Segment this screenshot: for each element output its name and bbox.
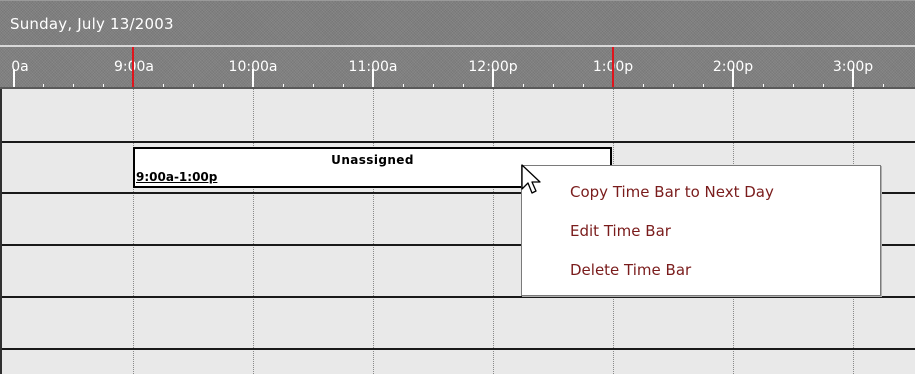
hour-tick [372,69,374,87]
row-divider [0,141,915,143]
selection-end-marker [612,47,614,87]
time-ruler: 0a 9:00a 10:00a 11:00a 12:00p 1:00p 2:00… [0,47,915,87]
selection-start-marker [132,47,134,87]
hour-tick [852,69,854,87]
row-divider [0,296,915,298]
context-menu: Copy Time Bar to Next Day Edit Time Bar … [521,165,881,296]
date-label: Sunday, July 13/2003 [10,15,174,33]
menu-item-edit-time-bar[interactable]: Edit Time Bar [570,222,671,240]
hour-gridline [493,89,494,374]
date-header: Sunday, July 13/2003 [0,0,915,45]
time-label-9am: 9:00a [113,59,155,75]
hour-tick [13,69,15,87]
hour-gridline [373,89,374,374]
hour-gridline [133,89,134,374]
grid-left-border [0,89,2,374]
time-bar-range: 9:00a-1:00p [136,170,218,184]
hour-tick [252,69,254,87]
hour-tick [492,69,494,87]
menu-item-copy-time-bar[interactable]: Copy Time Bar to Next Day [570,183,774,201]
day-scheduler: Sunday, July 13/2003 0a 9:00a 10:00a 11:… [0,0,915,374]
arrow-pointer-icon [521,164,541,194]
hour-tick [732,69,734,87]
row-divider [0,348,915,350]
menu-item-delete-time-bar[interactable]: Delete Time Bar [570,261,691,279]
hour-gridline [253,89,254,374]
